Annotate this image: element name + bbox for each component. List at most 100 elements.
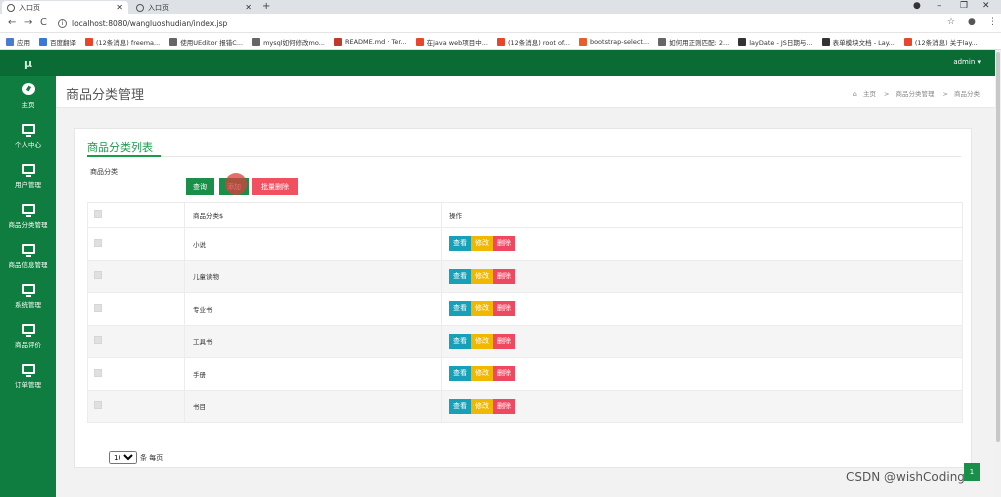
category-search-input[interactable] [90, 177, 182, 195]
bookmark-item[interactable]: 表单模块文档 - Lay... [821, 37, 895, 47]
edit-button[interactable]: 修改 [471, 236, 493, 252]
bookmark-label: 应用 [17, 38, 30, 47]
monitor-icon [21, 283, 35, 297]
delete-button[interactable]: 删除 [493, 268, 515, 284]
sidebar-item-label: 主页 [21, 101, 35, 109]
bookmark-item[interactable]: 使用UEditor 报错C... [169, 37, 243, 47]
bookmark-item[interactable]: 百度翻译 [39, 37, 76, 47]
bookmark-item[interactable]: (12条消息) 关于lay... [903, 37, 978, 47]
home-icon: ⌂ [852, 90, 857, 98]
query-button[interactable]: 查询 [186, 178, 214, 195]
delete-button[interactable]: 删除 [493, 398, 515, 414]
window-close-icon[interactable]: ✕ [982, 1, 990, 11]
bookmark-item[interactable]: 在java web项目中... [415, 37, 488, 47]
close-icon[interactable]: ✕ [245, 3, 252, 12]
actions-cell: 查看 修改 删除 [441, 292, 963, 326]
browser-tab-2[interactable]: 入口页 ✕ [131, 1, 257, 14]
view-button[interactable]: 查看 [449, 398, 471, 414]
view-button[interactable]: 查看 [449, 333, 471, 349]
bookmark-label: (12条消息) root of... [507, 38, 570, 47]
breadcrumb-home[interactable]: 主页 [863, 90, 876, 98]
bookmark-item[interactable]: 应用 [6, 37, 30, 47]
edit-button[interactable]: 修改 [471, 333, 493, 349]
sidebar-item-4[interactable]: 商品信息管理 [0, 236, 56, 276]
bookmark-item[interactable]: README.md · Ter... [333, 37, 407, 46]
sidebar-item-6[interactable]: 商品评价 [0, 316, 56, 356]
bookmark-item[interactable]: (12条消息) freema... [85, 37, 160, 47]
watermark: CSDN @wishCoding [846, 470, 965, 484]
table-row: 书目 查看 修改 删除 [87, 389, 963, 423]
browser-tab-1[interactable]: 入口页 ✕ [2, 1, 128, 14]
sidebar-item-7[interactable]: 订单管理 [0, 356, 56, 396]
new-tab-icon[interactable]: + [262, 1, 270, 12]
pagination-page-button[interactable]: 1 [964, 463, 980, 481]
bookmark-label: (12条消息) 关于lay... [914, 38, 978, 47]
bookmarks-bar: 应用 百度翻译 (12条消息) freema... 使用UEditor 报错C... m… [0, 34, 1001, 50]
sidebar-item-2[interactable]: 用户管理 [0, 156, 56, 196]
minimize-icon[interactable]: – [937, 1, 942, 11]
delete-button[interactable]: 删除 [493, 333, 515, 349]
account-icon[interactable]: ● [968, 17, 976, 27]
edit-button[interactable]: 修改 [471, 301, 493, 317]
info-icon[interactable]: i [58, 19, 67, 28]
column-header-category[interactable]: 商品分类$ [184, 202, 442, 228]
browser-tab-title: 入口页 [19, 3, 40, 12]
view-button[interactable]: 查看 [449, 236, 471, 252]
row-select-cell [87, 357, 185, 391]
edit-button[interactable]: 修改 [471, 268, 493, 284]
select-all-cell [87, 202, 185, 228]
sidebar-item-label: 订单管理 [15, 380, 41, 389]
delete-button[interactable]: 删除 [493, 366, 515, 382]
url-field[interactable]: i localhost:8080/wangluoshudian/index.js… [58, 16, 938, 31]
restore-icon[interactable]: ❐ [960, 1, 968, 11]
bookmark-item[interactable]: (12条消息) root of... [496, 37, 570, 47]
monitor-icon [21, 243, 35, 257]
sidebar-item-3[interactable]: 商品分类管理 [0, 196, 56, 236]
sidebar-item-5[interactable]: 系统管理 [0, 276, 56, 316]
bookmark-label: layDate - JS日期与... [749, 38, 813, 47]
bookmark-label: 百度翻译 [50, 38, 76, 47]
breadcrumb-category-mgmt[interactable]: 商品分类管理 [895, 90, 934, 98]
browser-tab-title: 入口页 [148, 3, 169, 12]
select-all-checkbox[interactable] [94, 210, 102, 218]
table-row: 专业书 查看 修改 删除 [87, 292, 963, 326]
delete-button[interactable]: 删除 [493, 301, 515, 317]
view-button[interactable]: 查看 [449, 268, 471, 284]
sidebar-item-0[interactable]: 主页 [0, 76, 56, 116]
reload-icon[interactable]: C [40, 17, 47, 28]
row-checkbox[interactable] [94, 401, 102, 410]
row-checkbox[interactable] [94, 303, 102, 312]
menu-icon[interactable]: ⋮ [988, 17, 997, 27]
user-menu[interactable]: admin ▾ [953, 58, 981, 66]
profile-icon[interactable]: ● [913, 1, 921, 11]
bookmark-item[interactable]: bootstrap-select... [578, 37, 649, 46]
batch-delete-button[interactable]: 批量删除 [252, 178, 298, 195]
view-button[interactable]: 查看 [449, 366, 471, 382]
row-checkbox[interactable] [94, 336, 102, 345]
globe-icon [136, 3, 144, 12]
sidebar-item-1[interactable]: 个人中心 [0, 116, 56, 156]
row-checkbox[interactable] [94, 238, 102, 247]
filter-label: 商品分类 [90, 168, 118, 176]
category-name-cell: 手册 [184, 357, 442, 391]
scrollbar-thumb[interactable] [996, 52, 1000, 442]
forward-icon[interactable]: → [24, 17, 32, 28]
address-bar: ← → C i localhost:8080/wangluoshudian/in… [0, 14, 1001, 33]
star-icon[interactable]: ☆ [947, 17, 955, 27]
bookmark-item[interactable]: mysql如何修改mo... [252, 37, 325, 47]
chevron-right-icon: > [942, 90, 948, 98]
page-size-select[interactable]: 10 [109, 451, 137, 464]
delete-button[interactable]: 删除 [493, 236, 515, 252]
row-checkbox[interactable] [94, 368, 102, 377]
bookmark-item[interactable]: layDate - JS日期与... [738, 37, 813, 47]
view-button[interactable]: 查看 [449, 301, 471, 317]
close-icon[interactable]: ✕ [116, 3, 123, 12]
edit-button[interactable]: 修改 [471, 398, 493, 414]
bookmark-favicon-icon [85, 37, 93, 46]
back-icon[interactable]: ← [8, 17, 16, 28]
edit-button[interactable]: 修改 [471, 366, 493, 382]
row-checkbox[interactable] [94, 271, 102, 280]
bookmark-item[interactable]: 如何用正则匹配: 2... [658, 37, 729, 47]
chevron-right-icon: > [884, 90, 890, 98]
bookmark-label: (12条消息) freema... [96, 38, 161, 47]
